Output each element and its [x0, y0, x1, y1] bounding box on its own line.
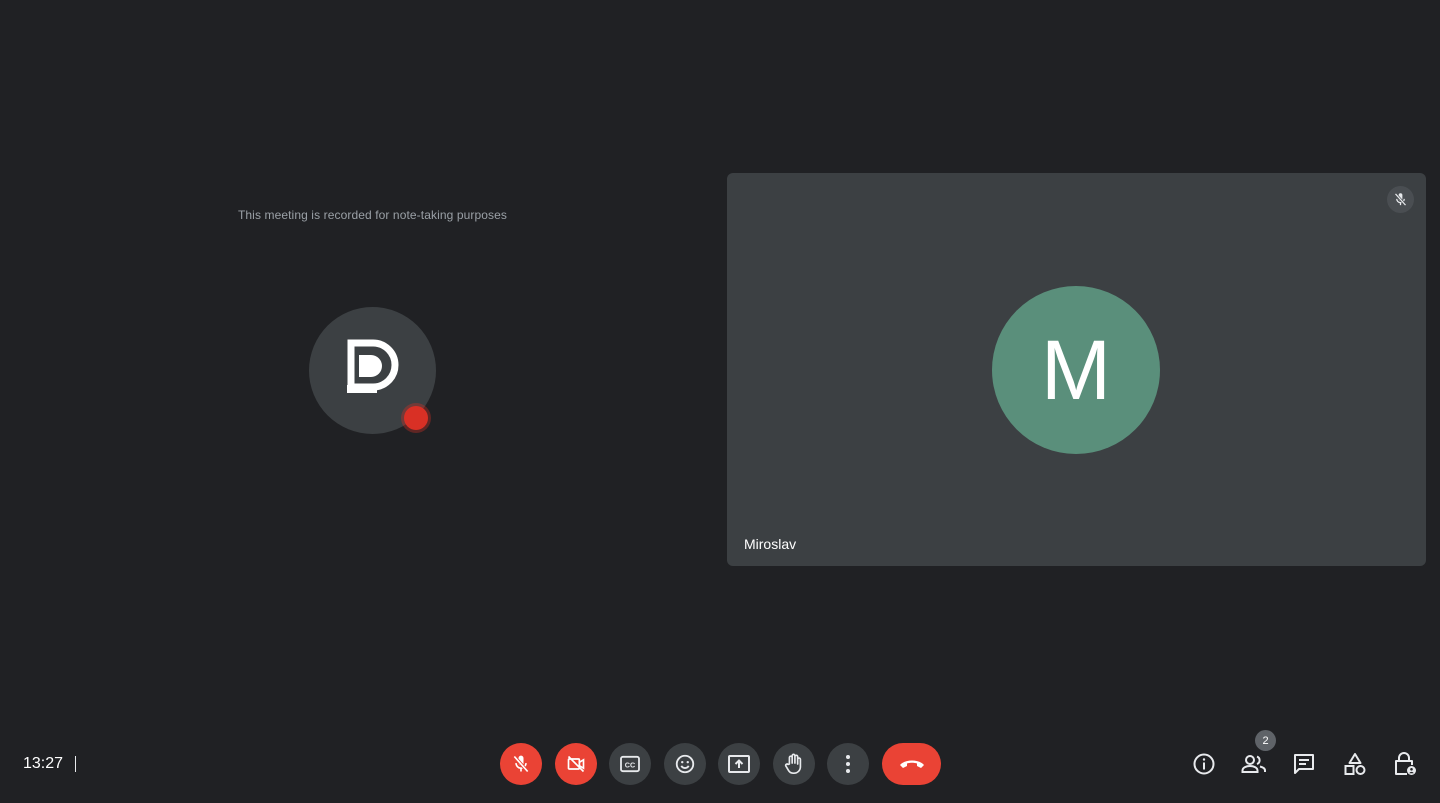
people-icon	[1241, 755, 1266, 773]
participant-count-badge: 2	[1255, 730, 1276, 751]
raise-hand-button[interactable]	[773, 743, 815, 785]
recording-notice: This meeting is recorded for note-taking…	[237, 208, 508, 222]
present-screen-button[interactable]	[718, 743, 760, 785]
clock-divider	[75, 756, 76, 772]
host-controls-button[interactable]	[1391, 750, 1419, 778]
camera-toggle-button[interactable]	[555, 743, 597, 785]
meeting-clock: 13:27	[23, 755, 64, 772]
emoji-icon	[675, 754, 695, 774]
videocam-off-icon	[567, 755, 585, 773]
microphone-toggle-button[interactable]	[500, 743, 542, 785]
participant-avatar: M	[992, 286, 1160, 454]
more-options-button[interactable]	[827, 743, 869, 785]
lock-person-icon	[1395, 752, 1416, 775]
svg-text:CC: CC	[625, 761, 635, 770]
activities-button[interactable]	[1341, 750, 1369, 778]
participant-mic-off-icon	[1387, 186, 1414, 213]
participant-name: Miroslav	[744, 536, 797, 552]
closed-captions-icon: CC	[620, 755, 640, 773]
more-vert-icon	[846, 755, 850, 773]
leave-call-button[interactable]	[882, 743, 941, 785]
chat-icon	[1294, 754, 1314, 774]
recording-indicator-icon	[404, 406, 428, 430]
bottom-control-bar: 13:27 CC 2	[0, 730, 1440, 792]
participant-tile[interactable]: M Miroslav	[727, 173, 1426, 566]
info-icon	[1193, 753, 1215, 775]
bot-logo-icon	[347, 339, 399, 393]
people-button[interactable]	[1240, 750, 1268, 778]
mic-off-icon	[513, 755, 529, 773]
meet-call-screen: This meeting is recorded for note-taking…	[0, 0, 1440, 803]
present-to-all-icon	[728, 755, 750, 773]
hand-icon	[784, 753, 802, 774]
meeting-details-button[interactable]	[1190, 750, 1218, 778]
call-end-icon	[899, 760, 924, 768]
chat-button[interactable]	[1290, 750, 1318, 778]
shapes-icon	[1344, 753, 1366, 775]
captions-button[interactable]: CC	[609, 743, 651, 785]
recorder-tile: This meeting is recorded for note-taking…	[14, 174, 714, 566]
reactions-button[interactable]	[664, 743, 706, 785]
